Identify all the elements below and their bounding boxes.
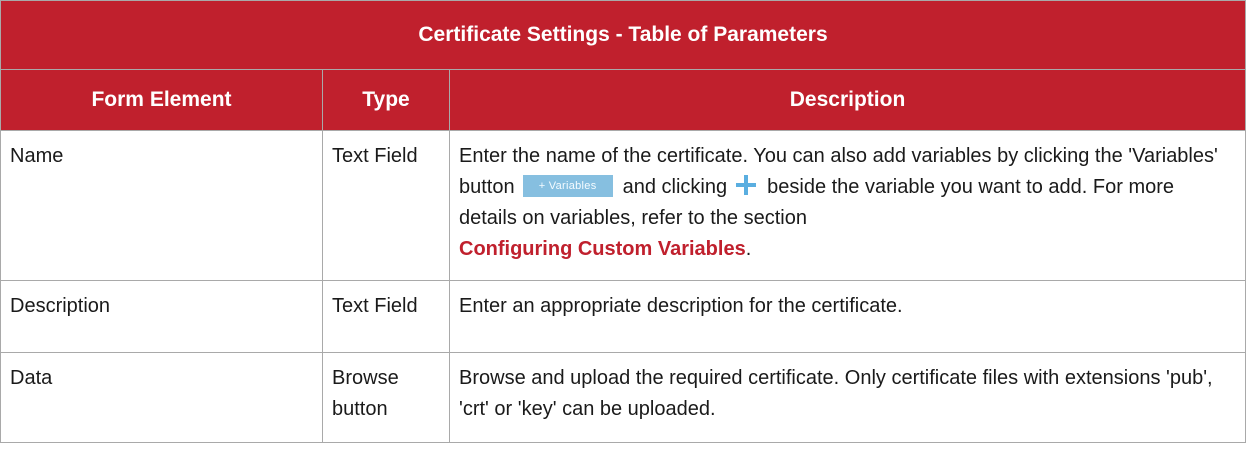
column-header-type: Type xyxy=(322,69,450,131)
description-text: and clicking xyxy=(622,176,728,198)
cell-form-element: Name xyxy=(0,130,323,281)
cell-description: Enter an appropriate description for the… xyxy=(448,280,1247,353)
parameters-table: Certificate Settings - Table of Paramete… xyxy=(0,0,1247,443)
column-header-description: Description xyxy=(448,69,1247,131)
table-row: Description Text Field Enter an appropri… xyxy=(0,280,1247,353)
cell-form-element: Data xyxy=(0,352,323,443)
cell-type: Text Field xyxy=(322,130,450,281)
cell-type: Browse button xyxy=(322,352,450,443)
table-row: Name Text Field Enter the name of the ce… xyxy=(0,130,1247,281)
column-header-form-element: Form Element xyxy=(0,69,323,131)
variables-button: + Variables xyxy=(522,174,613,197)
table-title: Certificate Settings - Table of Paramete… xyxy=(0,0,1247,70)
plus-icon xyxy=(735,174,757,196)
configuring-custom-variables-link[interactable]: Configuring Custom Variables xyxy=(459,238,746,260)
cell-type: Text Field xyxy=(322,280,450,353)
table-row: Data Browse button Browse and upload the… xyxy=(0,352,1247,443)
cell-form-element: Description xyxy=(0,280,323,353)
cell-description: Enter the name of the certificate. You c… xyxy=(448,130,1247,281)
table-title-row: Certificate Settings - Table of Paramete… xyxy=(0,0,1247,70)
table-header-row: Form Element Type Description xyxy=(0,69,1247,131)
cell-description: Browse and upload the required certifica… xyxy=(448,352,1247,443)
description-text-end: . xyxy=(745,238,752,260)
